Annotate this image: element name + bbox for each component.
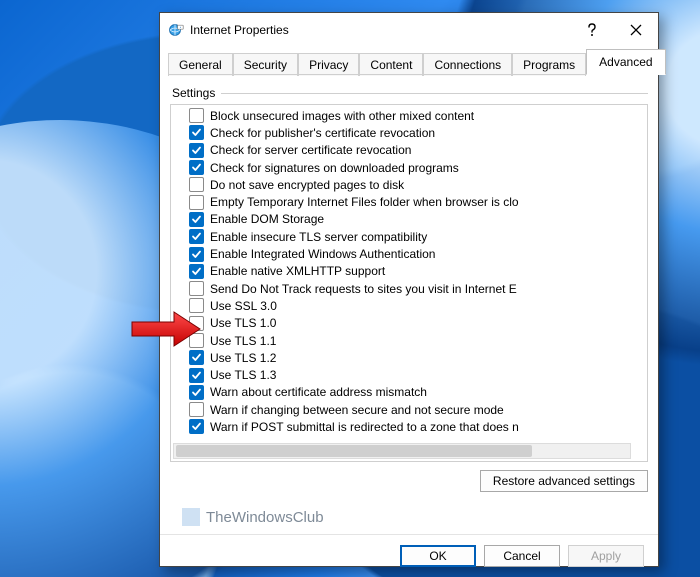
horizontal-scrollbar[interactable] <box>173 443 631 459</box>
setting-option[interactable]: Enable native XMLHTTP support <box>171 263 647 280</box>
setting-option[interactable]: Check for server certificate revocation <box>171 142 647 159</box>
setting-label: Enable DOM Storage <box>210 212 324 226</box>
setting-label: Warn about certificate address mismatch <box>210 385 427 399</box>
checkbox[interactable] <box>189 281 204 296</box>
checkbox[interactable] <box>189 350 204 365</box>
setting-label: Use TLS 1.0 <box>210 316 276 330</box>
setting-label: Block unsecured images with other mixed … <box>210 109 474 123</box>
checkbox[interactable] <box>189 264 204 279</box>
tab-programs[interactable]: Programs <box>512 53 586 76</box>
checkbox[interactable] <box>189 108 204 123</box>
setting-option[interactable]: Warn if POST submittal is redirected to … <box>171 418 647 435</box>
tab-label: Programs <box>523 58 575 72</box>
setting-option[interactable]: Empty Temporary Internet Files folder wh… <box>171 193 647 210</box>
setting-label: Use TLS 1.2 <box>210 351 276 365</box>
internet-options-icon <box>168 22 184 38</box>
watermark: TheWindowsClub <box>182 508 648 526</box>
tab-label: Advanced <box>599 55 652 69</box>
tab-label: Connections <box>434 58 501 72</box>
dialog-button-row: OK Cancel Apply <box>160 534 658 577</box>
tab-advanced[interactable]: Advanced <box>586 49 665 75</box>
tab-label: Security <box>244 58 287 72</box>
desktop-wallpaper: Internet Properties General Security Priva… <box>0 0 700 577</box>
setting-option[interactable]: Use TLS 1.1 <box>171 332 647 349</box>
checkbox[interactable] <box>189 247 204 262</box>
setting-label: Enable native XMLHTTP support <box>210 264 385 278</box>
checkbox[interactable] <box>189 419 204 434</box>
checkbox[interactable] <box>189 229 204 244</box>
checkbox[interactable] <box>189 333 204 348</box>
settings-list: Block unsecured images with other mixed … <box>171 107 647 462</box>
setting-option[interactable]: Check for publisher's certificate revoca… <box>171 124 647 141</box>
tab-connections[interactable]: Connections <box>423 53 512 76</box>
setting-label: Check for publisher's certificate revoca… <box>210 126 435 140</box>
setting-option[interactable]: Check for signatures on downloaded progr… <box>171 159 647 176</box>
tab-security[interactable]: Security <box>233 53 298 76</box>
setting-option[interactable]: Do not save encrypted pages to disk <box>171 176 647 193</box>
setting-label: Send Do Not Track requests to sites you … <box>210 282 517 296</box>
setting-option[interactable]: Use TLS 1.2 <box>171 349 647 366</box>
checkbox[interactable] <box>189 298 204 313</box>
setting-option[interactable]: Use TLS 1.0 <box>171 315 647 332</box>
checkbox[interactable] <box>189 160 204 175</box>
setting-label: Use SSL 3.0 <box>210 299 277 313</box>
tab-label: General <box>179 58 222 72</box>
tab-page-advanced: Settings Block unsecured images with oth… <box>170 82 648 526</box>
checkbox[interactable] <box>189 177 204 192</box>
setting-option[interactable]: Enable insecure TLS server compatibility <box>171 228 647 245</box>
setting-label: Warn if changing between secure and not … <box>210 403 504 417</box>
tab-content[interactable]: Content <box>359 53 423 76</box>
checkbox[interactable] <box>189 195 204 210</box>
setting-option[interactable]: Send Do Not Track requests to sites you … <box>171 280 647 297</box>
setting-label: Enable insecure TLS server compatibility <box>210 230 427 244</box>
ok-button[interactable]: OK <box>400 545 476 567</box>
watermark-icon <box>182 508 200 526</box>
checkbox[interactable] <box>189 402 204 417</box>
setting-label: Warn if POST submittal is redirected to … <box>210 420 519 434</box>
help-button[interactable] <box>570 15 614 45</box>
setting-label: Check for signatures on downloaded progr… <box>210 161 459 175</box>
cancel-button[interactable]: Cancel <box>484 545 560 567</box>
apply-button[interactable]: Apply <box>568 545 644 567</box>
tab-general[interactable]: General <box>168 53 233 76</box>
internet-properties-dialog: Internet Properties General Security Priva… <box>159 12 659 567</box>
setting-label: Check for server certificate revocation <box>210 143 411 157</box>
setting-option[interactable]: Block unsecured images with other mixed … <box>171 107 647 124</box>
setting-option[interactable]: Enable DOM Storage <box>171 211 647 228</box>
tab-label: Content <box>370 58 412 72</box>
setting-option[interactable]: Warn about certificate address mismatch <box>171 384 647 401</box>
close-button[interactable] <box>614 15 658 45</box>
setting-label: Do not save encrypted pages to disk <box>210 178 404 192</box>
checkbox[interactable] <box>189 212 204 227</box>
checkbox[interactable] <box>189 368 204 383</box>
setting-option[interactable]: Use SSL 3.0 <box>171 297 647 314</box>
watermark-text: TheWindowsClub <box>206 509 324 526</box>
checkbox[interactable] <box>189 316 204 331</box>
scrollbar-thumb[interactable] <box>176 445 532 457</box>
setting-label: Use TLS 1.3 <box>210 368 276 382</box>
settings-listbox[interactable]: Block unsecured images with other mixed … <box>170 104 648 462</box>
checkbox[interactable] <box>189 143 204 158</box>
settings-group-label: Settings <box>172 86 215 100</box>
window-title: Internet Properties <box>190 23 289 37</box>
checkbox[interactable] <box>189 125 204 140</box>
titlebar: Internet Properties <box>160 13 658 47</box>
setting-label: Empty Temporary Internet Files folder wh… <box>210 195 519 209</box>
restore-advanced-button[interactable]: Restore advanced settings <box>480 470 648 492</box>
tab-label: Privacy <box>309 58 348 72</box>
tab-strip: General Security Privacy Content Connections… <box>160 49 658 76</box>
setting-label: Enable Integrated Windows Authentication <box>210 247 435 261</box>
setting-option[interactable]: Enable Integrated Windows Authentication <box>171 245 647 262</box>
setting-option[interactable]: Warn if changing between secure and not … <box>171 401 647 418</box>
group-rule <box>221 93 648 94</box>
tab-privacy[interactable]: Privacy <box>298 53 359 76</box>
checkbox[interactable] <box>189 385 204 400</box>
setting-option[interactable]: Use TLS 1.3 <box>171 366 647 383</box>
setting-label: Use TLS 1.1 <box>210 334 276 348</box>
